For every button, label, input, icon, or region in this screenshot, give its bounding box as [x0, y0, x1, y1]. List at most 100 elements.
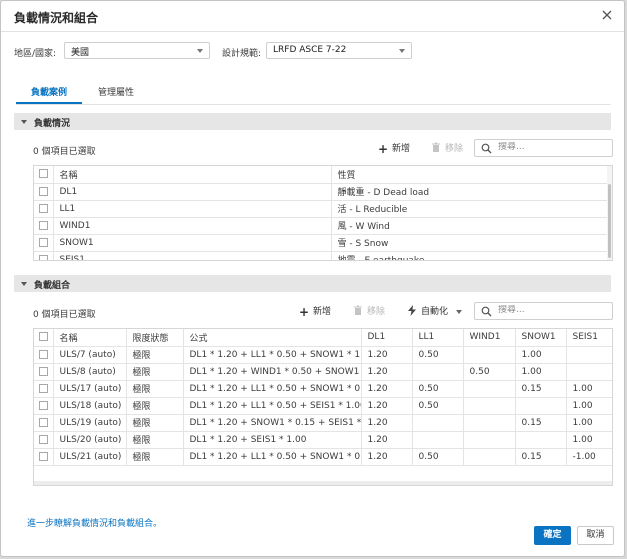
- table-row[interactable]: ULS/21 (auto) 極限 DL1 * 1.20 + LL1 * 0.50 +…: [34, 448, 612, 466]
- row-checkbox[interactable]: [38, 417, 48, 427]
- table-cell: SNOW1: [53, 234, 332, 252]
- row-checkbox[interactable]: [38, 383, 48, 393]
- remove-load-combo-button[interactable]: 移除: [352, 304, 385, 319]
- table-cell: 0.50: [412, 380, 464, 398]
- column-header-wind1[interactable]: WIND1: [463, 329, 516, 347]
- cancel-button[interactable]: 取消: [577, 526, 614, 545]
- remove-label: 移除: [367, 307, 386, 317]
- table-cell: [412, 414, 464, 432]
- table-cell: WIND1: [53, 217, 332, 235]
- row-checkbox-cell: [34, 431, 54, 449]
- column-header-nature[interactable]: 性質: [331, 166, 610, 184]
- design-code-select[interactable]: LRFD ASCE 7-22: [266, 42, 412, 59]
- tab-load-cases[interactable]: 負載案例: [31, 85, 67, 98]
- chevron-down-icon: [197, 49, 203, 53]
- automate-button[interactable]: 自動化: [406, 304, 462, 319]
- title-bar: 負載情況和組合: [1, 1, 624, 32]
- column-header-name[interactable]: 名稱: [53, 166, 332, 184]
- load-cases-search[interactable]: [474, 139, 613, 157]
- tab-manage-properties[interactable]: 管理屬性: [98, 85, 134, 98]
- table-row[interactable]: DL1 靜載重 - D Dead load: [34, 183, 610, 201]
- region-select[interactable]: 美國: [64, 42, 210, 59]
- table-row[interactable]: WIND1 風 - W Wind: [34, 217, 610, 235]
- table-header-row: 名稱 性質: [34, 166, 610, 184]
- load-combos-search[interactable]: [474, 302, 613, 320]
- row-checkbox[interactable]: [38, 220, 48, 230]
- row-checkbox[interactable]: [38, 400, 48, 410]
- column-header-ll1[interactable]: LL1: [412, 329, 464, 347]
- table-cell: 0.50: [463, 363, 516, 381]
- scroll-thumb[interactable]: [608, 184, 611, 258]
- ok-button[interactable]: 確定: [534, 526, 571, 545]
- row-checkbox-cell: [34, 363, 54, 381]
- table-cell: [412, 363, 464, 381]
- column-header-snow1[interactable]: SNOW1: [515, 329, 567, 347]
- load-cases-search-input[interactable]: [498, 142, 598, 152]
- table-cell: LL1: [53, 200, 332, 218]
- table-cell: 極限: [126, 431, 184, 449]
- add-load-combo-button[interactable]: + 新增: [298, 304, 331, 319]
- select-all-checkbox[interactable]: [38, 169, 48, 179]
- row-checkbox[interactable]: [38, 434, 48, 444]
- row-checkbox[interactable]: [38, 203, 48, 213]
- table-cell: 0.50: [412, 448, 464, 466]
- table-cell: 1.00: [566, 397, 612, 415]
- table-cell: [463, 397, 516, 415]
- table-cell: DL1 * 1.20 + SNOW1 * 0.15 + SEIS1 * 1.00: [183, 414, 362, 432]
- row-checkbox[interactable]: [38, 186, 48, 196]
- load-combos-section-header[interactable]: 負載組合: [14, 275, 611, 292]
- row-checkbox[interactable]: [38, 366, 48, 376]
- table-cell: 0.50: [412, 397, 464, 415]
- table-cell: ULS/21 (auto): [53, 448, 127, 466]
- load-cases-section-header[interactable]: 負載情況: [14, 113, 611, 130]
- table-cell: 靜載重 - D Dead load: [331, 183, 610, 201]
- load-cases-vertical-scrollbar[interactable]: [607, 166, 612, 260]
- table-cell: 1.00: [566, 380, 612, 398]
- table-cell: DL1 * 1.20 + LL1 * 0.50 + SEIS1 * 1.00: [183, 397, 362, 415]
- column-header-name[interactable]: 名稱: [53, 329, 127, 347]
- load-combos-selected-count: 0 個項目已選取: [33, 310, 96, 320]
- table-cell: DL1 * 1.20 + SEIS1 * 1.00: [183, 431, 362, 449]
- load-cases-section-title: 負載情況: [34, 119, 71, 129]
- add-load-case-button[interactable]: + 新增: [377, 141, 410, 156]
- column-header-limit-state[interactable]: 限度狀態: [126, 329, 184, 347]
- column-header-seis1[interactable]: SEIS1: [566, 329, 612, 347]
- row-checkbox-cell: [34, 251, 54, 260]
- chevron-down-icon: [455, 309, 462, 314]
- table-cell: [566, 363, 612, 381]
- row-checkbox[interactable]: [38, 349, 48, 359]
- table-row[interactable]: ULS/19 (auto) 極限 DL1 * 1.20 + SNOW1 * 0.15…: [34, 414, 612, 432]
- table-cell: 0.15: [515, 448, 567, 466]
- row-checkbox[interactable]: [38, 254, 48, 260]
- table-cell: ULS/20 (auto): [53, 431, 127, 449]
- table-row[interactable]: ULS/8 (auto) 極限 DL1 * 1.20 + WIND1 * 0.50 …: [34, 363, 612, 381]
- load-combos-search-input[interactable]: [498, 305, 598, 315]
- remove-load-case-button[interactable]: 移除: [430, 141, 463, 156]
- row-checkbox-cell: [34, 380, 54, 398]
- table-cell: [515, 431, 567, 449]
- load-combos-horizontal-scrollbar[interactable]: [34, 481, 612, 485]
- table-row[interactable]: ULS/20 (auto) 極限 DL1 * 1.20 + SEIS1 * 1.00…: [34, 431, 612, 449]
- table-row[interactable]: SNOW1 雪 - S Snow: [34, 234, 610, 252]
- row-checkbox-cell: [34, 346, 54, 364]
- table-cell: 1.20: [361, 414, 413, 432]
- table-row[interactable]: ULS/7 (auto) 極限 DL1 * 1.20 + LL1 * 0.50 + …: [34, 346, 612, 364]
- table-row[interactable]: ULS/18 (auto) 極限 DL1 * 1.20 + LL1 * 0.50 +…: [34, 397, 612, 415]
- table-cell: 1.20: [361, 431, 413, 449]
- table-cell: ULS/7 (auto): [53, 346, 127, 364]
- table-row[interactable]: ULS/17 (auto) 極限 DL1 * 1.20 + LL1 * 0.50 +…: [34, 380, 612, 398]
- table-row[interactable]: LL1 活 - L Reducible: [34, 200, 610, 218]
- learn-more-link[interactable]: 進一步瞭解負載情況和負載組合。: [27, 516, 162, 529]
- table-row[interactable]: SEIS1 地震 - E earthquake: [34, 251, 610, 260]
- row-checkbox[interactable]: [38, 451, 48, 461]
- row-checkbox-cell: [34, 200, 54, 218]
- close-icon[interactable]: [600, 8, 614, 22]
- row-checkbox[interactable]: [38, 237, 48, 247]
- column-header-formula[interactable]: 公式: [183, 329, 362, 347]
- table-cell: [463, 414, 516, 432]
- select-all-checkbox[interactable]: [38, 332, 48, 342]
- dialog-title: 負載情況和組合: [14, 11, 99, 25]
- table-cell: DL1 * 1.20 + LL1 * 0.50 + SNOW1 * 0.15 .…: [183, 448, 362, 466]
- collapse-triangle-icon: [21, 282, 27, 286]
- column-header-dl1[interactable]: DL1: [361, 329, 413, 347]
